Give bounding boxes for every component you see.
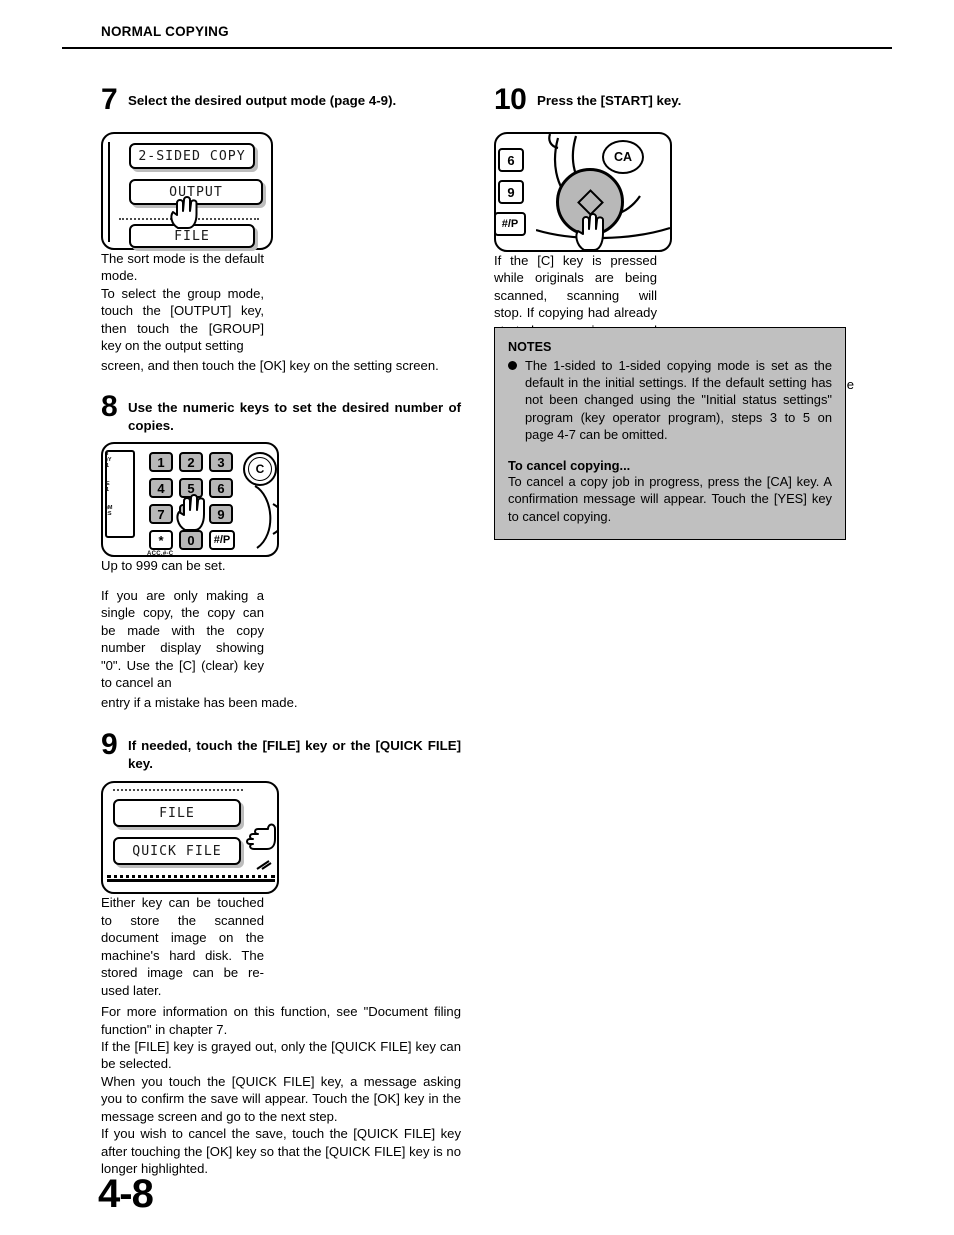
step-9: 9 If needed, touch the [FILE] key or the… xyxy=(101,730,461,1178)
file-quick-file-touch-panel-figure: FILE QUICK FILE xyxy=(101,781,279,895)
step-9-paragraph-1: For more information on this function, s… xyxy=(101,1004,461,1037)
step-7: 7 Select the desired output mode (page 4… xyxy=(101,85,461,374)
bullet-icon xyxy=(508,361,517,370)
notes-subtext: To cancel a copy job in progress, press … xyxy=(508,474,832,524)
step-9-title: If needed, touch the [FILE] key or the [… xyxy=(128,738,461,771)
lcd-key-quick-file[interactable]: QUICK FILE xyxy=(113,837,241,866)
panel-left-edge-line xyxy=(108,142,110,242)
output-mode-touch-panel-figure: 2-SIDED COPY OUTPUT FILE xyxy=(101,132,273,250)
notes-title: NOTES xyxy=(508,340,552,354)
keypad-key-4[interactable]: 4 xyxy=(149,478,173,499)
step-9-paragraph-4: If you wish to cancel the save, touch th… xyxy=(101,1126,461,1177)
step-8-content: T)Y1 E1 )M:S 1 2 3 4 5 6 7 8 9 * xyxy=(101,442,461,691)
panel-corner-hatch-decoration xyxy=(256,860,272,871)
step-7-number: 7 xyxy=(101,83,118,116)
clear-key[interactable]: C xyxy=(243,452,277,487)
step-9-number: 9 xyxy=(101,728,118,762)
step-9-below-text: For more information on this function, s… xyxy=(101,1003,461,1178)
step-9-paragraph-3: When you touch the [QUICK FILE] key, a m… xyxy=(101,1073,461,1124)
step-9-heading: 9 If needed, touch the [FILE] key or the… xyxy=(101,730,461,772)
keypad-key-7[interactable]: 7 xyxy=(149,504,173,525)
step-9-paragraph-2: If the [FILE] key is grayed out, only th… xyxy=(101,1038,461,1072)
start-key-arc-decoration xyxy=(254,485,277,550)
step-7-side-line-2: To select the group mode, touch the [OUT… xyxy=(101,285,264,354)
step-8: 8 Use the numeric keys to set the desire… xyxy=(101,392,461,711)
note-item-text: The 1-sided to 1-sided copying mode is s… xyxy=(525,358,832,442)
left-column: 7 Select the desired output mode (page 4… xyxy=(101,85,461,1178)
hand-cursor-icon xyxy=(170,196,198,229)
step-10-number: 10 xyxy=(494,83,527,116)
keypad-acc-label: ACC.#-C xyxy=(147,551,174,558)
panel-bottom-speckle-bar xyxy=(107,875,275,879)
panel-key-9[interactable]: 9 xyxy=(498,180,524,204)
panel-sliver-label-mid: E1 xyxy=(106,481,110,494)
notes-subheading: To cancel copying... xyxy=(508,458,631,474)
panel-bottom-solid-bar xyxy=(107,879,275,883)
ca-key[interactable]: CA xyxy=(602,140,644,174)
step-10-title: Press the [START] key. xyxy=(537,93,682,108)
step-9-content: FILE QUICK FILE Either key can be touche… xyxy=(101,781,461,999)
lcd-key-file[interactable]: FILE xyxy=(113,799,241,828)
step-7-title: Select the desired output mode (page 4-9… xyxy=(128,93,397,108)
step-8-heading: 8 Use the numeric keys to set the desire… xyxy=(101,392,461,434)
panel-sliver-label-bottom: )M:S xyxy=(106,505,113,518)
step-7-below-text: screen, and then touch the [OK] key on t… xyxy=(101,357,439,373)
numeric-keypad-figure: T)Y1 E1 )M:S 1 2 3 4 5 6 7 8 9 * xyxy=(101,442,279,558)
panel-top-dotted-rule xyxy=(113,789,243,792)
keypad-key-asterisk[interactable]: * xyxy=(149,530,173,551)
step-7-heading: 7 Select the desired output mode (page 4… xyxy=(101,85,461,122)
page-number-folio: 4-8 xyxy=(98,1172,154,1216)
panel-key-6[interactable]: 6 xyxy=(498,148,524,172)
step-8-title: Use the numeric keys to set the desired … xyxy=(128,400,461,433)
keypad-key-3[interactable]: 3 xyxy=(209,452,233,473)
running-header-title: NORMAL COPYING xyxy=(101,24,229,39)
step-8-number: 8 xyxy=(101,390,118,424)
step-8-side-line-2: If you are only making a single copy, th… xyxy=(101,587,264,691)
note-item: The 1-sided to 1-sided copying mode is s… xyxy=(508,357,832,443)
start-key-panel-figure: 6 9 #/P CA xyxy=(494,132,672,252)
keypad-key-1[interactable]: 1 xyxy=(149,452,173,473)
step-8-below-text: entry if a mistake has been made. xyxy=(101,694,298,710)
step-10-heading: 10 Press the [START] key. xyxy=(494,85,854,122)
panel-key-hash-p[interactable]: #/P xyxy=(496,212,526,236)
notes-box: NOTES The 1-sided to 1-sided copying mod… xyxy=(494,327,846,540)
step-7-content: 2-SIDED COPY OUTPUT FILE The sort mode i… xyxy=(101,132,461,355)
panel-sliver-label-top: T)Y 1 xyxy=(106,451,112,469)
hand-cursor-icon xyxy=(246,823,276,851)
hand-cursor-icon xyxy=(575,213,604,250)
hand-cursor-icon xyxy=(176,494,205,532)
header-divider-rule xyxy=(62,47,892,49)
keypad-key-2[interactable]: 2 xyxy=(179,452,203,473)
lcd-key-2-sided-copy[interactable]: 2-SIDED COPY xyxy=(129,143,255,169)
manual-page: NORMAL COPYING 7 Select the desired outp… xyxy=(0,0,954,1235)
